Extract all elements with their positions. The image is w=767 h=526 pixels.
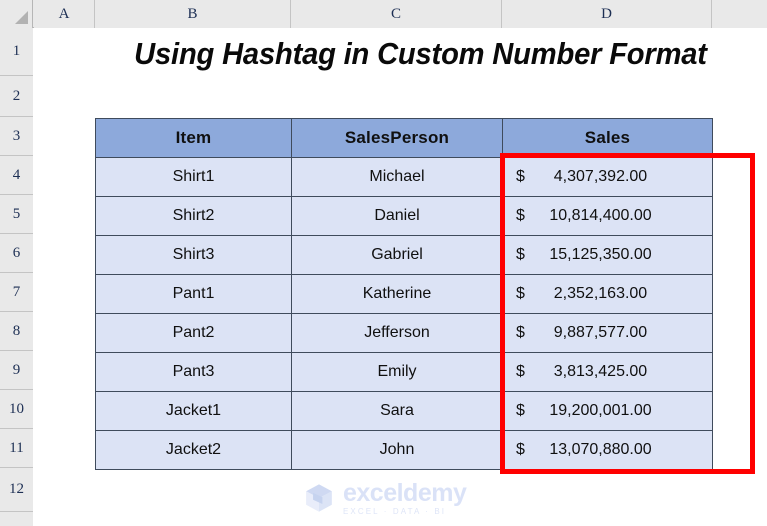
spreadsheet-canvas: A B C D 1 2 3 4 5 6 7 8 9 10 11 12 Using…	[0, 0, 767, 526]
table-row[interactable]: Shirt3 Gabriel $ 15,125,350.00	[95, 235, 713, 275]
currency-symbol: $	[516, 402, 525, 419]
table-body: Shirt1 Michael $ 4,307,392.00 Shirt2 Dan…	[95, 157, 713, 470]
column-header-b[interactable]: B	[95, 0, 291, 28]
row-header-3[interactable]: 3	[0, 117, 33, 156]
select-all-triangle-icon	[15, 11, 28, 24]
row-header-2[interactable]: 2	[0, 76, 33, 117]
watermark-text: exceldemy EXCEL · DATA · BI	[343, 478, 467, 516]
cell-person[interactable]: Jefferson	[291, 313, 503, 353]
cell-person[interactable]: Sara	[291, 391, 503, 431]
row-header-10[interactable]: 10	[0, 390, 33, 429]
cell-item[interactable]: Jacket2	[95, 430, 292, 470]
cell-item[interactable]: Shirt2	[95, 196, 292, 236]
cell-sales[interactable]: $ 13,070,880.00	[502, 430, 713, 470]
sales-value: 15,125,350.00	[549, 246, 652, 263]
watermark-brand: exceldemy	[343, 478, 467, 507]
watermark-tagline: EXCEL · DATA · BI	[343, 506, 447, 516]
table-row[interactable]: Jacket2 John $ 13,070,880.00	[95, 430, 713, 470]
row-header-12[interactable]: 12	[0, 468, 33, 512]
currency-symbol: $	[516, 324, 525, 341]
cell-item[interactable]: Pant2	[95, 313, 292, 353]
cell-person[interactable]: Gabriel	[291, 235, 503, 275]
row-header-11[interactable]: 11	[0, 429, 33, 468]
currency-symbol: $	[516, 168, 525, 185]
table-row[interactable]: Jacket1 Sara $ 19,200,001.00	[95, 391, 713, 431]
sales-value: 19,200,001.00	[549, 402, 652, 419]
page-title: Using Hashtag in Custom Number Format	[134, 36, 707, 71]
table-header-row: Item SalesPerson Sales	[95, 118, 713, 158]
cell-sales[interactable]: $ 15,125,350.00	[502, 235, 713, 275]
sales-value: 3,813,425.00	[553, 363, 648, 380]
cell-person[interactable]: John	[291, 430, 503, 470]
cell-item[interactable]: Shirt1	[95, 157, 292, 197]
currency-symbol: $	[516, 441, 525, 458]
table-row[interactable]: Pant1 Katherine $ 2,352,163.00	[95, 274, 713, 314]
cell-sales[interactable]: $ 19,200,001.00	[502, 391, 713, 431]
exceldemy-logo-icon	[306, 484, 332, 512]
column-header-a[interactable]: A	[34, 0, 95, 28]
cell-sales[interactable]: $ 3,813,425.00	[502, 352, 713, 392]
grid-body: Using Hashtag in Custom Number Format It…	[34, 29, 767, 526]
cell-item[interactable]: Shirt3	[95, 235, 292, 275]
row-header-7[interactable]: 7	[0, 273, 33, 312]
sales-value: 2,352,163.00	[553, 285, 648, 302]
cell-sales[interactable]: $ 4,307,392.00	[502, 157, 713, 197]
cell-item[interactable]: Pant1	[95, 274, 292, 314]
cell-sales[interactable]: $ 10,814,400.00	[502, 196, 713, 236]
cell-sales[interactable]: $ 9,887,577.00	[502, 313, 713, 353]
row-header-1[interactable]: 1	[0, 28, 33, 76]
row-header-6[interactable]: 6	[0, 234, 33, 273]
cell-item[interactable]: Pant3	[95, 352, 292, 392]
column-header-strip: A B C D	[0, 0, 767, 28]
currency-symbol: $	[516, 207, 525, 224]
cell-person[interactable]: Daniel	[291, 196, 503, 236]
cell-person[interactable]: Katherine	[291, 274, 503, 314]
column-header-c[interactable]: C	[291, 0, 502, 28]
table-header-item: Item	[95, 118, 292, 158]
row-header-8[interactable]: 8	[0, 312, 33, 351]
table-header-salesperson: SalesPerson	[291, 118, 503, 158]
sales-value: 9,887,577.00	[553, 324, 648, 341]
cell-person[interactable]: Emily	[291, 352, 503, 392]
select-all-corner-button[interactable]	[0, 0, 33, 28]
table-row[interactable]: Pant2 Jefferson $ 9,887,577.00	[95, 313, 713, 353]
watermark: exceldemy EXCEL · DATA · BI	[302, 478, 472, 518]
cell-item[interactable]: Jacket1	[95, 391, 292, 431]
row-header-strip: 1 2 3 4 5 6 7 8 9 10 11 12	[0, 28, 33, 526]
row-header-5[interactable]: 5	[0, 195, 33, 234]
currency-symbol: $	[516, 285, 525, 302]
cell-sales[interactable]: $ 2,352,163.00	[502, 274, 713, 314]
table-row[interactable]: Pant3 Emily $ 3,813,425.00	[95, 352, 713, 392]
currency-symbol: $	[516, 363, 525, 380]
cell-person[interactable]: Michael	[291, 157, 503, 197]
table-row[interactable]: Shirt2 Daniel $ 10,814,400.00	[95, 196, 713, 236]
sales-value: 10,814,400.00	[549, 207, 652, 224]
row-header-4[interactable]: 4	[0, 156, 33, 195]
table-row[interactable]: Shirt1 Michael $ 4,307,392.00	[95, 157, 713, 197]
sales-value: 13,070,880.00	[549, 441, 652, 458]
column-header-e[interactable]	[712, 0, 767, 28]
sales-value: 4,307,392.00	[553, 168, 648, 185]
row-header-9[interactable]: 9	[0, 351, 33, 390]
table-header-sales: Sales	[502, 118, 713, 158]
sales-table: Item SalesPerson Sales Shirt1 Michael $ …	[95, 118, 713, 470]
row-header-13[interactable]	[0, 512, 33, 526]
column-header-d[interactable]: D	[502, 0, 712, 28]
currency-symbol: $	[516, 246, 525, 263]
